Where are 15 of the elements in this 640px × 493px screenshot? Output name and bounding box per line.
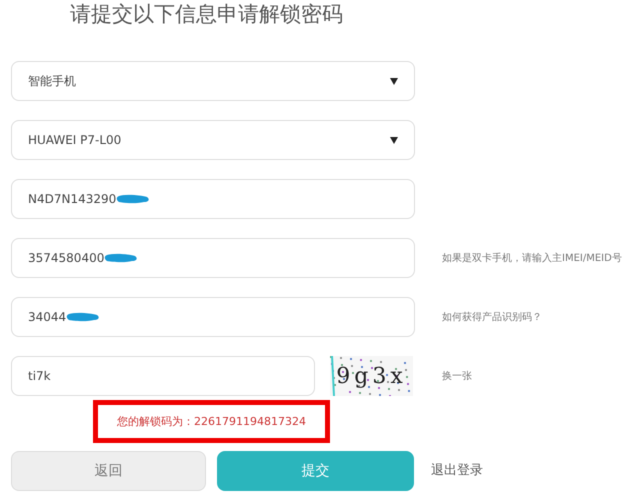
input-field[interactable]: N4D7N143290 xyxy=(11,179,415,219)
refresh-captcha-link[interactable]: 换一张 xyxy=(442,369,472,383)
caret-icon xyxy=(390,78,398,84)
select-field[interactable]: 智能手机 xyxy=(11,61,415,101)
logout-link[interactable]: 退出登录 xyxy=(431,461,483,479)
input-field[interactable]: 34044 xyxy=(11,297,415,337)
field-hint: 如果是双卡手机，请输入主IMEI/MEID号 xyxy=(442,252,622,265)
back-button[interactable]: 返回 xyxy=(11,451,206,491)
field-hint: 如何获得产品识别码？ xyxy=(442,310,542,324)
input-field[interactable]: 3574580400 xyxy=(11,238,415,278)
select-field[interactable]: HUAWEI P7-L00 xyxy=(11,120,415,160)
page-title: 请提交以下信息申请解锁密码 xyxy=(70,1,343,28)
caret-icon xyxy=(390,136,398,144)
unlock-code-message: 您的解锁码为：2261791194817324 xyxy=(93,400,330,443)
input-field[interactable]: ti7k xyxy=(11,356,315,396)
